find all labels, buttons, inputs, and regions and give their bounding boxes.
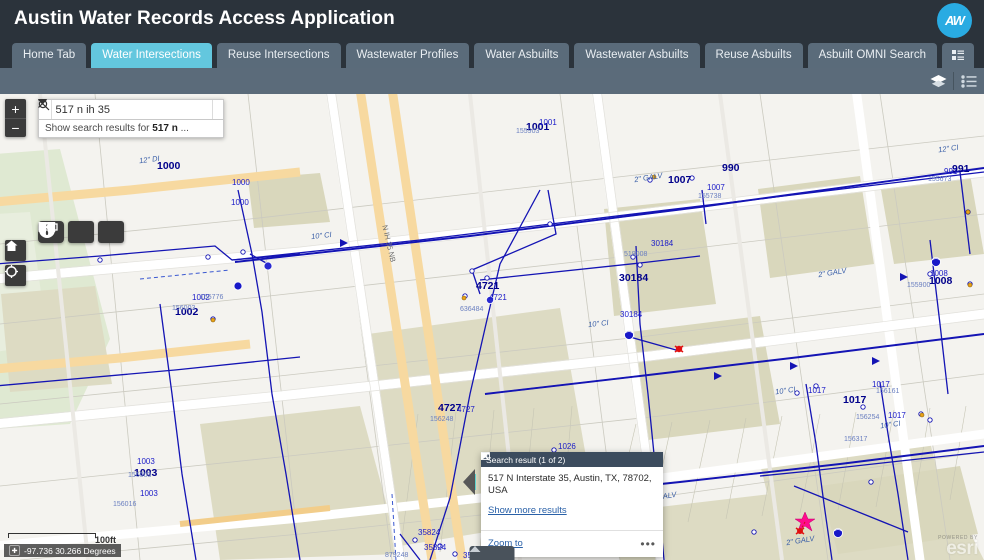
suggestion-suffix: ... bbox=[178, 123, 189, 134]
logo-text: AW bbox=[945, 13, 964, 28]
search-submit-button[interactable] bbox=[212, 100, 224, 119]
search-input[interactable] bbox=[52, 100, 202, 119]
layers-icon bbox=[930, 74, 947, 89]
zoom-out-button[interactable]: − bbox=[5, 118, 26, 137]
popup-address: 517 N Interstate 35, Austin, TX, 78702, … bbox=[488, 473, 656, 498]
list-grid-icon bbox=[952, 50, 964, 61]
app-header: Austin Water Records Access Application … bbox=[0, 0, 984, 41]
map-toolbar bbox=[0, 68, 984, 94]
legend-list-icon bbox=[961, 75, 977, 88]
coordinate-readout[interactable]: ✚ -97.736 30.266 Degrees bbox=[4, 544, 121, 557]
scale-bar: 100ft bbox=[8, 533, 96, 538]
tab-wastewater-profiles[interactable]: Wastewater Profiles bbox=[346, 43, 470, 68]
zoom-in-button[interactable]: + bbox=[5, 99, 26, 118]
result-marker-red-1 bbox=[675, 346, 683, 352]
popup-header: Search result (1 of 2) bbox=[481, 452, 663, 467]
popup-next-button[interactable] bbox=[620, 453, 633, 466]
scale-bar-line bbox=[8, 533, 96, 538]
tab-water-intersections[interactable]: Water Intersections bbox=[91, 43, 212, 68]
tab-home-tab[interactable]: Home Tab bbox=[12, 43, 86, 68]
close-icon bbox=[481, 452, 489, 460]
tab-wastewater-asbuilts[interactable]: Wastewater Asbuilts bbox=[574, 43, 699, 68]
app-logo: AW bbox=[937, 3, 972, 38]
ellipsis-icon[interactable]: ••• bbox=[640, 537, 656, 551]
suggestion-term: 517 n bbox=[152, 123, 178, 134]
layers-button[interactable] bbox=[923, 68, 953, 94]
locate-icon bbox=[5, 265, 18, 278]
tab-bar: Home Tab Water Intersections Reuse Inter… bbox=[0, 41, 984, 68]
popup-title: Search result (1 of 2) bbox=[486, 455, 620, 465]
chevron-up-icon bbox=[470, 546, 481, 552]
map-canvas[interactable]: 1000 1002 1003 4721 4727 1026 1007 990 3… bbox=[0, 94, 984, 560]
home-icon bbox=[5, 240, 18, 252]
tab-reuse-intersections[interactable]: Reuse Intersections bbox=[217, 43, 341, 68]
bottom-panel-toggle[interactable] bbox=[470, 546, 515, 560]
tab-asbuilt-omni-search[interactable]: Asbuilt OMNI Search bbox=[808, 43, 937, 68]
result-marker-red-2 bbox=[796, 528, 804, 534]
tab-water-asbuilts[interactable]: Water Asbuilts bbox=[474, 43, 569, 68]
zoom-controls: + − bbox=[5, 99, 26, 137]
search-widget: Show search results for 517 n ... bbox=[38, 99, 224, 138]
popup-maximize-button[interactable] bbox=[633, 453, 646, 466]
tab-overflow-button[interactable] bbox=[942, 43, 974, 68]
search-row bbox=[38, 99, 224, 120]
search-suggestion-item[interactable]: Show search results for 517 n ... bbox=[38, 120, 224, 138]
search-result-popup: Search result (1 of 2) bbox=[481, 452, 663, 557]
home-button[interactable] bbox=[5, 240, 26, 261]
popup-close-button[interactable] bbox=[646, 453, 659, 466]
show-more-results-link[interactable]: Show more results bbox=[488, 505, 567, 516]
application-root: Austin Water Records Access Application … bbox=[0, 0, 984, 560]
tab-list: Home Tab Water Intersections Reuse Inter… bbox=[12, 43, 974, 68]
search-icon bbox=[38, 99, 50, 111]
crosshair-icon: ✚ bbox=[9, 545, 20, 556]
tab-reuse-asbuilts[interactable]: Reuse Asbuilts bbox=[705, 43, 803, 68]
page-title: Austin Water Records Access Application bbox=[14, 8, 395, 30]
search-clear-button[interactable] bbox=[202, 100, 212, 119]
popup-pointer bbox=[463, 469, 475, 495]
locate-button[interactable] bbox=[5, 265, 26, 286]
map-tool-group bbox=[38, 221, 124, 243]
measure-button[interactable] bbox=[98, 221, 124, 243]
compare-button[interactable] bbox=[68, 221, 94, 243]
measure-icon bbox=[38, 221, 58, 233]
popup-body: 517 N Interstate 35, Austin, TX, 78702, … bbox=[481, 467, 663, 522]
suggestion-prefix: Show search results for bbox=[45, 123, 152, 134]
legend-button[interactable] bbox=[954, 68, 984, 94]
coordinate-value: -97.736 30.266 Degrees bbox=[24, 546, 116, 556]
